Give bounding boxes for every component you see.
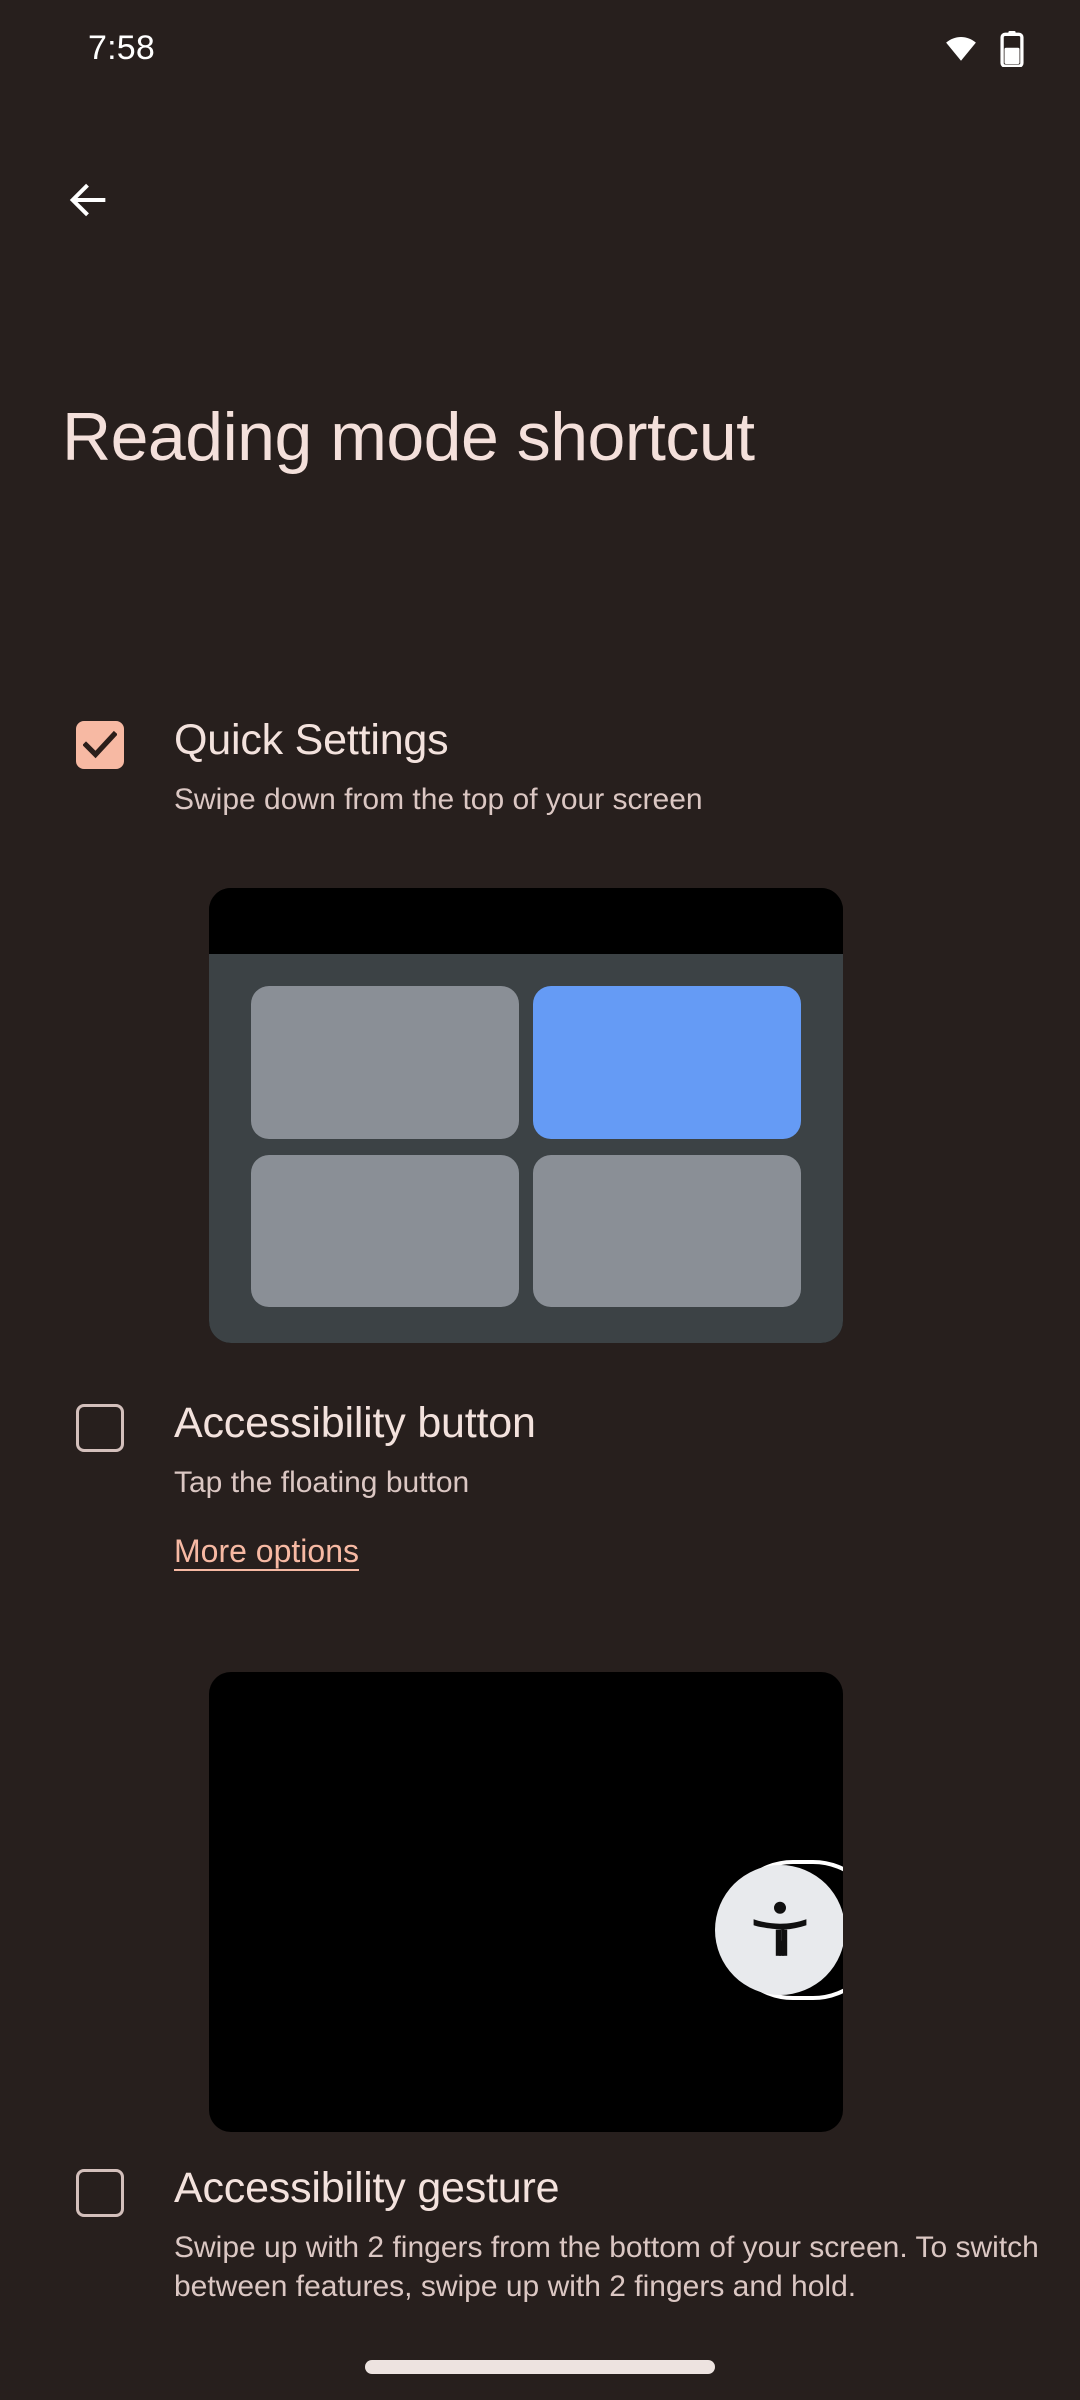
phone-screen: 7:58 Reading mode shortcut Quick Setting… [0, 0, 1080, 2400]
option-row[interactable]: Accessibility gesture Swipe up with 2 fi… [0, 2163, 1080, 2307]
option-text: Accessibility button Tap the floating bu… [174, 1398, 1080, 1571]
status-bar-clock: 7:58 [88, 29, 155, 67]
wifi-icon [944, 31, 978, 65]
option-title: Accessibility gesture [174, 2164, 560, 2212]
battery-icon [1000, 31, 1024, 68]
checkbox-accessibility-gesture[interactable] [76, 2169, 124, 2217]
option-subtitle: Tap the floating button [174, 1465, 470, 1499]
checkbox-quick-settings[interactable] [76, 721, 124, 769]
option-row[interactable]: Quick Settings Swipe down from the top o… [0, 715, 1080, 819]
option-accessibility-button[interactable]: Accessibility button Tap the floating bu… [0, 1398, 1080, 1571]
status-bar-icons [944, 31, 1024, 68]
checkbox-wrap[interactable] [62, 1398, 138, 1452]
more-options-link[interactable]: More options [174, 1532, 359, 1570]
checkbox-accessibility-button[interactable] [76, 1404, 124, 1452]
option-subtitle: Swipe down from the top of your screen [174, 782, 703, 816]
qs-tile-3 [251, 1154, 519, 1307]
panel-status-bar [209, 888, 843, 954]
checkbox-wrap[interactable] [62, 2163, 138, 2217]
panel-tile-grid [209, 954, 843, 1343]
status-bar: 7:58 [0, 0, 1080, 96]
accessibility-icon-circle [715, 1865, 843, 1995]
back-arrow-icon [65, 177, 111, 223]
home-indicator[interactable] [365, 2360, 715, 2374]
option-subtitle: Swipe up with 2 fingers from the bottom … [174, 2230, 1039, 2304]
option-title: Accessibility button [174, 1399, 536, 1447]
accessibility-person-icon [744, 1894, 816, 1966]
option-text: Quick Settings Swipe down from the top o… [174, 715, 1080, 819]
illustration-quick-settings-panel [209, 888, 843, 1343]
illustration-floating-accessibility-button [209, 1672, 843, 2132]
option-title: Quick Settings [174, 716, 449, 764]
qs-tile-4 [533, 1154, 801, 1307]
option-quick-settings[interactable]: Quick Settings Swipe down from the top o… [0, 715, 1080, 819]
qs-tile-2-active [533, 986, 801, 1139]
option-accessibility-gesture[interactable]: Accessibility gesture Swipe up with 2 fi… [0, 2163, 1080, 2307]
qs-tile-1 [251, 986, 519, 1139]
option-text: Accessibility gesture Swipe up with 2 fi… [174, 2163, 1080, 2307]
option-row[interactable]: Accessibility button Tap the floating bu… [0, 1398, 1080, 1571]
back-button[interactable] [40, 152, 136, 248]
checkbox-wrap[interactable] [62, 715, 138, 769]
page-title: Reading mode shortcut [62, 399, 755, 475]
